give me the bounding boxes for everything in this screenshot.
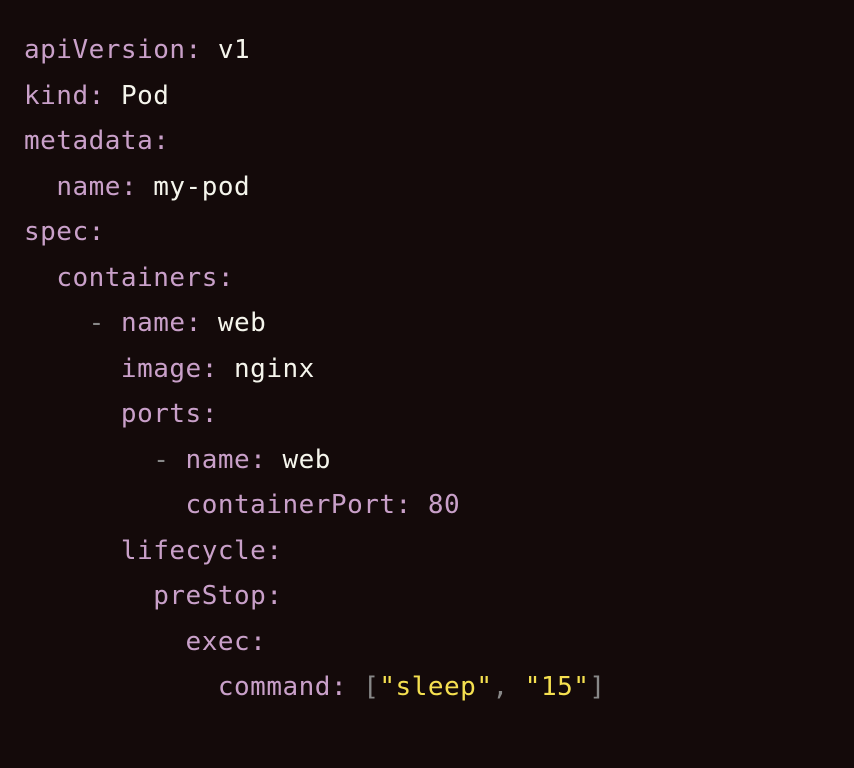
colon: : bbox=[218, 263, 234, 293]
yaml-key: name bbox=[56, 172, 121, 202]
space bbox=[266, 445, 282, 475]
yaml-key: containerPort bbox=[186, 490, 396, 520]
indent bbox=[24, 263, 56, 293]
colon: : bbox=[202, 399, 218, 429]
yaml-key: exec bbox=[186, 627, 251, 657]
yaml-value: Pod bbox=[121, 81, 169, 111]
colon: : bbox=[396, 490, 412, 520]
indent bbox=[24, 172, 56, 202]
yaml-line: preStop: bbox=[24, 574, 830, 620]
indent bbox=[24, 308, 89, 338]
yaml-line: containers: bbox=[24, 256, 830, 302]
yaml-line: - name: web bbox=[24, 301, 830, 347]
space bbox=[202, 35, 218, 65]
indent bbox=[24, 536, 121, 566]
indent bbox=[24, 490, 186, 520]
yaml-line: name: my-pod bbox=[24, 165, 830, 211]
yaml-value: web bbox=[282, 445, 330, 475]
yaml-line: command: ["sleep", "15"] bbox=[24, 665, 830, 711]
colon: : bbox=[266, 536, 282, 566]
space bbox=[105, 81, 121, 111]
yaml-value: my-pod bbox=[153, 172, 250, 202]
yaml-key: apiVersion bbox=[24, 35, 186, 65]
yaml-line: apiVersion: v1 bbox=[24, 28, 830, 74]
space bbox=[218, 354, 234, 384]
yaml-line: lifecycle: bbox=[24, 529, 830, 575]
space bbox=[202, 308, 218, 338]
bracket-close: ] bbox=[589, 672, 605, 702]
yaml-line: ports: bbox=[24, 392, 830, 438]
colon: : bbox=[186, 308, 202, 338]
yaml-key: preStop bbox=[153, 581, 266, 611]
yaml-key: command bbox=[218, 672, 331, 702]
colon: : bbox=[250, 445, 266, 475]
indent bbox=[24, 354, 121, 384]
indent bbox=[24, 399, 121, 429]
yaml-line: kind: Pod bbox=[24, 74, 830, 120]
space bbox=[347, 672, 363, 702]
yaml-line: image: nginx bbox=[24, 347, 830, 393]
indent bbox=[24, 627, 186, 657]
space bbox=[509, 672, 525, 702]
yaml-key: name bbox=[186, 445, 251, 475]
yaml-value: nginx bbox=[234, 354, 315, 384]
indent bbox=[186, 672, 218, 702]
yaml-line: containerPort: 80 bbox=[24, 483, 830, 529]
yaml-line: spec: bbox=[24, 210, 830, 256]
colon: : bbox=[153, 126, 169, 156]
colon: : bbox=[89, 81, 105, 111]
yaml-line: metadata: bbox=[24, 119, 830, 165]
yaml-line: exec: bbox=[24, 620, 830, 666]
yaml-value: v1 bbox=[218, 35, 250, 65]
comma: , bbox=[492, 672, 508, 702]
bracket-open: [ bbox=[363, 672, 379, 702]
yaml-string: "sleep" bbox=[379, 672, 492, 702]
yaml-key: lifecycle bbox=[121, 536, 266, 566]
colon: : bbox=[331, 672, 347, 702]
colon: : bbox=[202, 354, 218, 384]
yaml-key: name bbox=[121, 308, 186, 338]
yaml-dash: - bbox=[153, 445, 169, 475]
space bbox=[412, 490, 428, 520]
colon: : bbox=[121, 172, 137, 202]
yaml-key: metadata bbox=[24, 126, 153, 156]
indent bbox=[24, 581, 153, 611]
yaml-line: - name: web bbox=[24, 438, 830, 484]
yaml-value: 80 bbox=[428, 490, 460, 520]
yaml-key: spec bbox=[24, 217, 89, 247]
yaml-key: kind bbox=[24, 81, 89, 111]
colon: : bbox=[89, 217, 105, 247]
yaml-code-block: apiVersion: v1 kind: Pod metadata: name:… bbox=[24, 28, 830, 711]
colon: : bbox=[266, 581, 282, 611]
colon: : bbox=[186, 35, 202, 65]
indent bbox=[24, 445, 153, 475]
space bbox=[169, 445, 185, 475]
indent bbox=[24, 672, 186, 702]
yaml-value: web bbox=[218, 308, 266, 338]
yaml-key: containers bbox=[56, 263, 218, 293]
yaml-key: ports bbox=[121, 399, 202, 429]
yaml-key: image bbox=[121, 354, 202, 384]
colon: : bbox=[250, 627, 266, 657]
space bbox=[137, 172, 153, 202]
yaml-dash: - bbox=[89, 308, 105, 338]
yaml-string: "15" bbox=[525, 672, 590, 702]
space bbox=[105, 308, 121, 338]
